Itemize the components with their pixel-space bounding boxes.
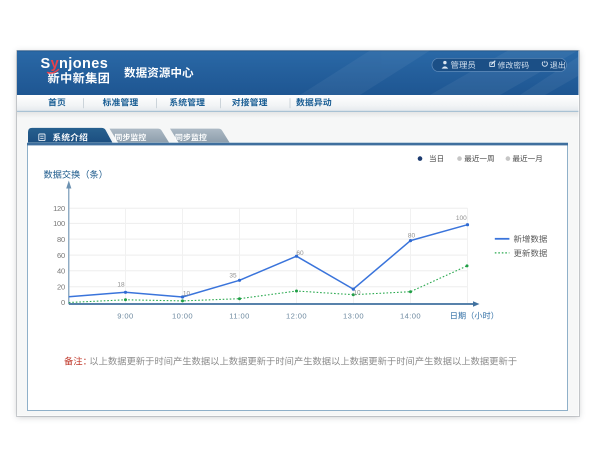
- svg-text:35: 35: [229, 273, 237, 280]
- svg-text:100: 100: [53, 219, 65, 228]
- svg-text:0: 0: [61, 298, 65, 307]
- svg-text:18: 18: [117, 282, 125, 289]
- svg-text:120: 120: [53, 204, 65, 213]
- svg-text:20: 20: [57, 283, 65, 292]
- svg-text:9:00: 9:00: [117, 311, 133, 320]
- svg-text:60: 60: [57, 251, 65, 260]
- svg-text:14:00: 14:00: [400, 311, 421, 320]
- svg-text:40: 40: [57, 267, 65, 276]
- svg-text:80: 80: [408, 232, 416, 239]
- svg-text:100: 100: [456, 215, 467, 222]
- svg-text:11:00: 11:00: [229, 311, 249, 320]
- svg-text:10:00: 10:00: [172, 311, 193, 320]
- svg-text:12:00: 12:00: [286, 311, 307, 320]
- svg-text:10: 10: [353, 290, 361, 297]
- svg-text:60: 60: [296, 250, 304, 257]
- svg-text:10: 10: [183, 291, 191, 298]
- svg-text:13:00: 13:00: [343, 311, 364, 320]
- svg-text:80: 80: [57, 235, 65, 244]
- svg-text:Synjones: Synjones: [41, 56, 109, 72]
